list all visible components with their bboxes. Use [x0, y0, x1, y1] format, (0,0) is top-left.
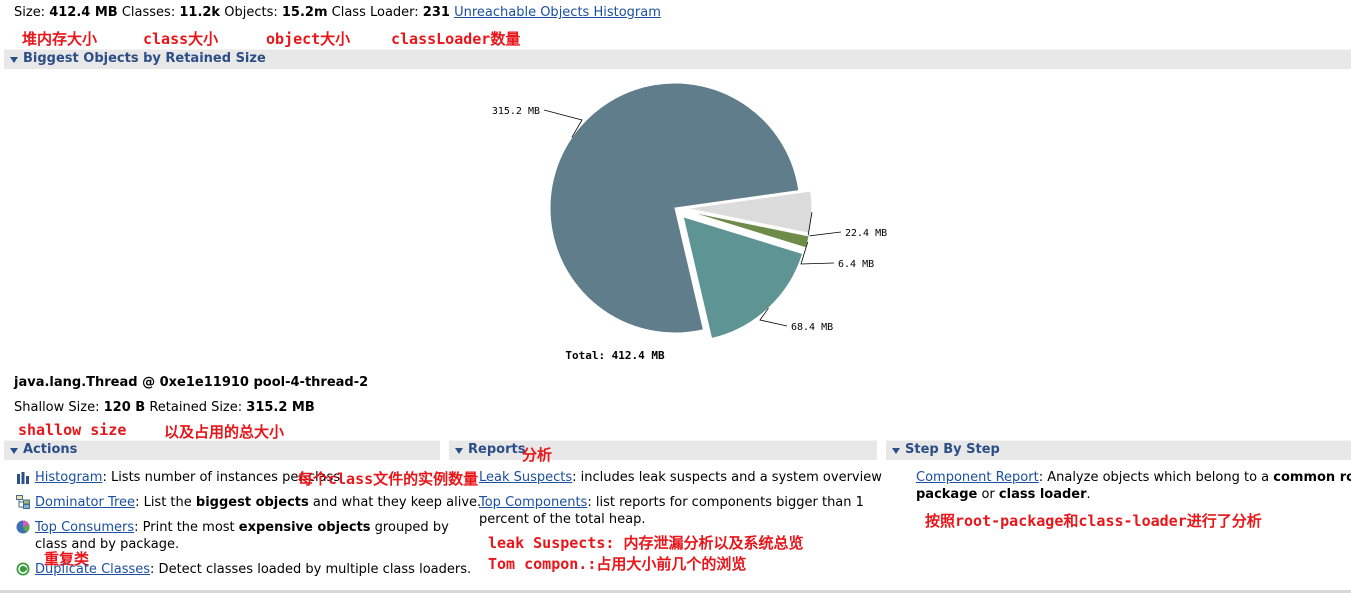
classes-value: 11.2k — [179, 5, 221, 20]
top-consumers-bold: expensive objects — [238, 520, 371, 535]
size-value: 412.4 MB — [49, 5, 118, 20]
component-report-or: or — [977, 487, 999, 502]
top-consumers-text-2: grouped by — [370, 520, 449, 535]
action-top-consumers: Top Consumers: Print the most expensive … — [35, 520, 449, 535]
component-report-bold-package: package — [916, 487, 978, 502]
collapse-triangle-icon[interactable] — [892, 448, 900, 454]
annotation-reports: 分析 — [522, 446, 553, 464]
action-duplicate-classes: Duplicate Classes: Detect classes loaded… — [35, 562, 471, 577]
classloader-label: Class Loader: — [331, 5, 419, 20]
top-components-link[interactable]: Top Components — [479, 495, 587, 510]
shallow-size-value: 120 B — [103, 400, 146, 415]
step-component-report: Component Report: Analyze objects which … — [916, 470, 1351, 485]
objects-value: 15.2m — [281, 5, 328, 20]
duplicate-classes-description: : Detect classes loaded by multiple clas… — [150, 562, 472, 577]
action-histogram: Histogram: Lists number of instances per… — [35, 470, 340, 485]
annotation-top-note: Tom compon.:占用大小前几个的浏览 — [488, 555, 747, 573]
annotation-shallow-size: shallow size — [18, 421, 127, 439]
histogram-icon — [17, 472, 29, 484]
objects-label: Objects: — [224, 5, 278, 20]
dominator-tree-icon — [16, 495, 30, 509]
classloader-value: 231 — [422, 5, 450, 20]
selected-object-sizes: Shallow Size: 120 B Retained Size: 315.2… — [14, 400, 315, 415]
duplicate-classes-icon — [16, 562, 30, 576]
top-components-line2: percent of the total heap. — [479, 512, 646, 527]
biggest-objects-title: Biggest Objects by Retained Size — [23, 51, 266, 66]
annotation-classloader-count: classLoader数量 — [391, 30, 521, 48]
unreachable-objects-link[interactable]: Unreachable Objects Histogram — [454, 5, 661, 20]
collapse-triangle-icon[interactable] — [10, 448, 18, 454]
shallow-size-label: Shallow Size: — [14, 400, 100, 415]
component-report-period: . — [1086, 487, 1091, 502]
histogram-link[interactable]: Histogram — [35, 470, 102, 485]
retained-size-value: 315.2 MB — [246, 400, 315, 415]
dominator-bold: biggest objects — [195, 495, 309, 510]
annotation-heap-size: 堆内存大小 — [22, 30, 98, 48]
component-report-text: : Analyze objects which belong to a — [1038, 470, 1274, 485]
reports-header[interactable]: Reports — [449, 440, 877, 460]
report-leak-suspects: Leak Suspects: includes leak suspects an… — [479, 470, 882, 485]
reports-title: Reports — [468, 442, 526, 457]
actions-title: Actions — [23, 442, 78, 457]
annotation-instances-per-class: 每个class文件的实例数量 — [298, 470, 479, 488]
annotation-leak-note: leak Suspects: 内存泄漏分析以及系统总览 — [488, 534, 804, 552]
top-consumers-link[interactable]: Top Consumers — [35, 520, 134, 535]
annotation-class-size: class大小 — [143, 30, 219, 48]
selected-object-name: java.lang.Thread @ 0xe1e11910 pool-4-thr… — [14, 375, 369, 390]
annotation-total-occupied: 以及占用的总大小 — [164, 423, 285, 441]
duplicate-classes-link[interactable]: Duplicate Classes — [35, 562, 150, 577]
collapse-triangle-icon[interactable] — [10, 57, 18, 63]
dominator-tree-link[interactable]: Dominator Tree — [35, 495, 135, 510]
leak-suspects-description: : includes leak suspects and a system ov… — [572, 470, 882, 485]
pie-slice-label: 315.2 MB — [492, 106, 540, 117]
step-component-report-line2: package or class loader. — [916, 487, 1091, 502]
classes-label: Classes: — [121, 5, 176, 20]
pie-slice-label: 6.4 MB — [838, 259, 874, 270]
component-report-bold-root: common root — [1273, 470, 1351, 485]
component-report-bold-loader: class loader — [998, 487, 1087, 502]
annotation-object-size: object大小 — [266, 30, 351, 48]
top-consumers-text-1: : Print the most — [134, 520, 239, 535]
step-by-step-header[interactable]: Step By Step — [886, 440, 1351, 460]
pie-slice-label: 22.4 MB — [845, 228, 887, 239]
summary-bar: Size: 412.4 MB Classes: 11.2k Objects: 1… — [14, 5, 661, 20]
collapse-triangle-icon[interactable] — [455, 448, 463, 454]
dominator-text-1: : List the — [135, 495, 196, 510]
annotation-step-note: 按照root-package和class-loader进行了分析 — [925, 512, 1262, 530]
pie-leader-line — [807, 212, 842, 237]
biggest-objects-header[interactable]: Biggest Objects by Retained Size — [4, 49, 1351, 69]
pie-chart-icon — [16, 520, 30, 534]
actions-header[interactable]: Actions — [4, 440, 440, 460]
top-components-description: : list reports for components bigger tha… — [587, 495, 864, 510]
action-dominator-tree: Dominator Tree: List the biggest objects… — [35, 495, 481, 510]
dominator-text-2: and what they keep alive. — [308, 495, 482, 510]
retained-size-label: Retained Size: — [149, 400, 243, 415]
leak-suspects-link[interactable]: Leak Suspects — [479, 470, 572, 485]
step-by-step-title: Step By Step — [905, 442, 1000, 457]
retained-size-pie-chart[interactable]: 315.2 MB 22.4 MB 6.4 MB 68.4 MB Total: 412.4… — [0, 70, 1351, 370]
pie-total-label: Total: 412.4 MB — [565, 349, 665, 362]
size-label: Size: — [14, 5, 46, 20]
component-report-link[interactable]: Component Report — [916, 470, 1039, 485]
pie-slice-label: 68.4 MB — [791, 322, 833, 333]
report-top-components: Top Components: list reports for compone… — [479, 495, 864, 510]
